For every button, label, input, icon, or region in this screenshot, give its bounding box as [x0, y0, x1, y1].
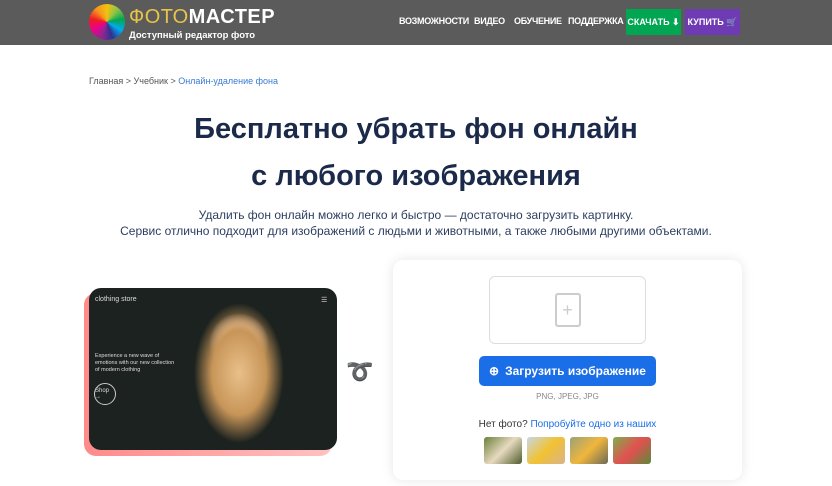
sample-prompt: Нет фото? Попробуйте одно из наших — [393, 419, 742, 430]
sample-thumb[interactable] — [613, 437, 651, 464]
nav-features[interactable]: ВОЗМОЖНОСТИ — [399, 16, 469, 26]
crumb-current[interactable]: Онлайн-удаление фона — [178, 76, 278, 86]
menu-icon: ☰ — [321, 297, 328, 304]
main-nav: ВОЗМОЖНОСТИ ВИДЕО ОБУЧЕНИЕ ПОДДЕРЖКА — [0, 0, 624, 45]
formats: PNG, JPEG, JPG — [536, 392, 599, 401]
subtitle: Удалить фон онлайн можно легко и быстро … — [0, 207, 832, 239]
file-add-icon: + — [554, 293, 581, 327]
subtitle-line: Удалить фон онлайн можно легко и быстро … — [198, 208, 634, 222]
title-line: с любого изображения — [251, 160, 581, 192]
crumb-tutorial[interactable]: Учебник — [134, 76, 168, 86]
subtitle-line: Сервис отлично подходит для изображений … — [120, 224, 712, 238]
crumb-home[interactable]: Главная — [89, 76, 123, 86]
sample-thumbs — [484, 437, 651, 464]
sample-thumb[interactable] — [484, 437, 522, 464]
nav-learning[interactable]: ОБУЧЕНИЕ — [514, 16, 562, 26]
try-sample-text: Попробуйте одно из наших — [530, 419, 657, 430]
upload-card: + ⊕ Загрузить изображение PNG, JPEG, JPG … — [393, 260, 742, 480]
example-photo: clothing store ☰ Experience a new wave o… — [89, 288, 337, 450]
crumb-sep: > — [167, 76, 179, 86]
download-button[interactable]: СКАЧАТЬ ⬇ — [626, 9, 681, 35]
title-line: Бесплатно убрать фон онлайн — [194, 113, 638, 145]
drop-zone[interactable]: + — [489, 276, 646, 344]
header: ФОТОМАСТЕР Доступный редактор фото ВОЗМО… — [0, 0, 832, 45]
no-photo-text: Нет фото? — [478, 419, 528, 430]
shop-button: Shop → — [94, 383, 116, 405]
curly-arrow-icon: ➰ — [346, 359, 374, 384]
store-label: clothing store — [95, 296, 137, 303]
page-title: Бесплатно убрать фон онлайн с любого изоб… — [0, 106, 832, 200]
promo-text: Experience a new wave of emotions with o… — [95, 353, 175, 373]
buy-button[interactable]: КУПИТЬ 🛒 — [685, 9, 740, 35]
sample-thumb[interactable] — [570, 437, 608, 464]
nav-video[interactable]: ВИДЕО — [474, 16, 505, 26]
crumb-sep: > — [123, 76, 134, 86]
upload-button[interactable]: ⊕ Загрузить изображение — [479, 356, 656, 386]
breadcrumb: Главная > Учебник > Онлайн-удаление фона — [89, 76, 278, 86]
nav-support[interactable]: ПОДДЕРЖКА — [568, 16, 624, 26]
upload-label: Загрузить изображение — [505, 364, 646, 378]
sample-thumb[interactable] — [527, 437, 565, 464]
plus-circle-icon: ⊕ — [489, 364, 500, 378]
